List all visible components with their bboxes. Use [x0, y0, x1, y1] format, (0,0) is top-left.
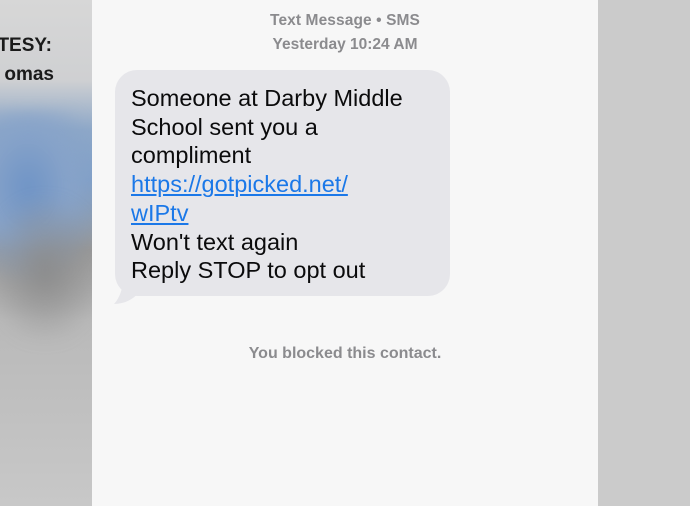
- photo-credit-line-1: TESY:: [0, 35, 52, 56]
- messages-screen: Text Message • SMS Yesterday 10:24 AM So…: [92, 0, 598, 506]
- message-link[interactable]: https://gotpicked.net/: [131, 170, 434, 199]
- message-text-line: Reply STOP to opt out: [131, 257, 366, 284]
- message-text-line: compliment: [131, 142, 252, 169]
- message-text-line: Someone at Darby Middle: [131, 85, 403, 111]
- incoming-message-bubble[interactable]: Someone at Darby Middle School sent you …: [115, 70, 450, 296]
- message-service-label: Text Message • SMS: [270, 12, 420, 29]
- message-text-line: Won't text again: [131, 228, 299, 255]
- message-text-line: School sent you a: [131, 113, 318, 140]
- photo-credit-line-2: omas: [4, 64, 54, 85]
- message-timestamp: Yesterday 10:24 AM: [272, 36, 418, 53]
- blurred-photo-shadow: [0, 200, 92, 340]
- blocked-contact-notice: You blocked this contact.: [248, 345, 442, 362]
- blurred-background-left: TESY: omas: [0, 0, 92, 506]
- blurred-background-right: [598, 0, 690, 506]
- message-link-continued[interactable]: wIPtv: [131, 199, 188, 228]
